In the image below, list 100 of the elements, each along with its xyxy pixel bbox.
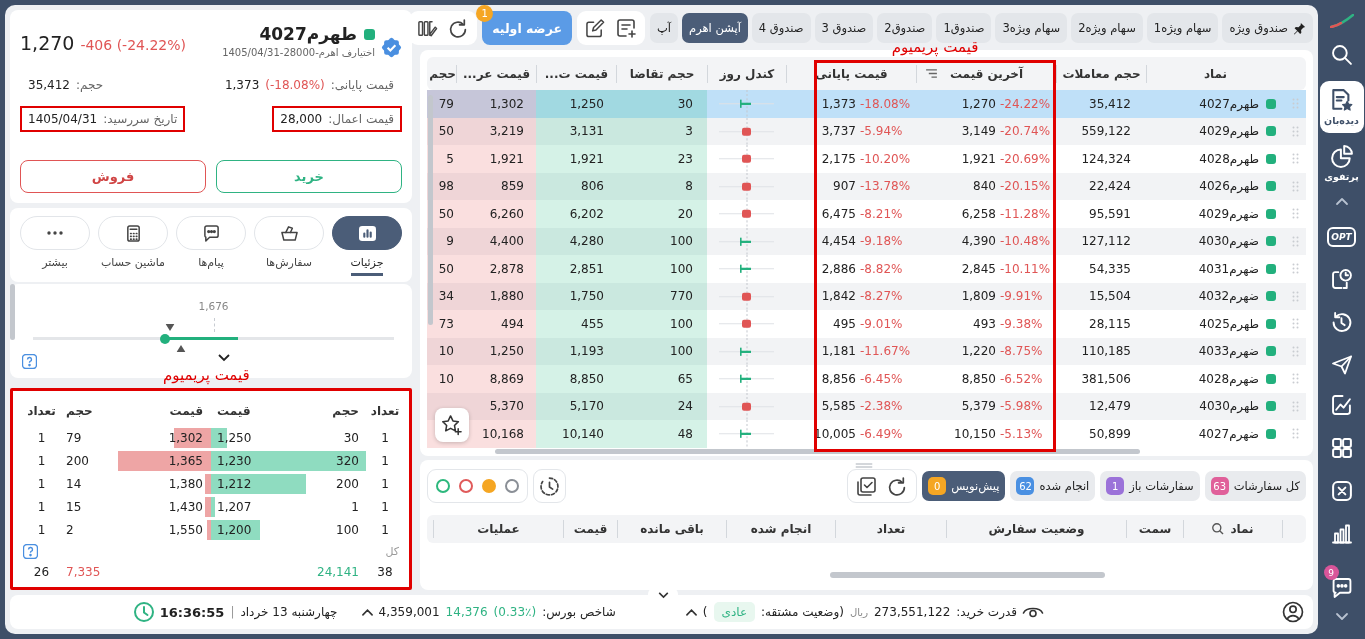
symbol-text[interactable]: طهرم4030 xyxy=(1199,399,1259,414)
column-header[interactable]: قیمت عر... xyxy=(456,64,536,83)
drag-handle-icon[interactable] xyxy=(1291,125,1299,137)
watchlist-tab[interactable]: صندوق1 xyxy=(936,13,992,43)
sidebar-item[interactable]: پرتفوی xyxy=(1319,139,1364,188)
search-icon[interactable] xyxy=(1212,523,1225,535)
refresh-icon[interactable] xyxy=(888,476,908,496)
filter-dot-icon[interactable] xyxy=(505,479,519,493)
scrollbar-thumb[interactable] xyxy=(495,449,1140,454)
symbol-text[interactable]: ضهرم4029 xyxy=(1198,206,1259,221)
watchlist-tab[interactable]: آپ xyxy=(650,13,679,43)
edit-icon[interactable] xyxy=(586,18,605,38)
watchlist-tab[interactable]: سهام ویژه3 xyxy=(995,13,1068,43)
column-header[interactable]: نماد xyxy=(1146,64,1284,83)
symbol-text[interactable]: ضهرم4032 xyxy=(1198,289,1259,304)
help-icon[interactable] xyxy=(22,353,37,369)
chevron-up-icon[interactable] xyxy=(361,608,373,616)
scrollbar-thumb[interactable] xyxy=(428,95,433,325)
scrollbar-thumb[interactable] xyxy=(10,284,15,340)
watchlist-tab[interactable]: آپشن اهرم xyxy=(682,13,748,43)
column-header[interactable]: باقی مانده xyxy=(617,520,726,538)
clipboard-clock-icon[interactable] xyxy=(1331,269,1352,289)
watchlist-tab[interactable]: صندوق2 xyxy=(877,13,933,43)
table-cell[interactable]: 1,230 xyxy=(211,453,303,468)
refresh-icon[interactable] xyxy=(449,18,469,38)
drag-handle-icon[interactable] xyxy=(1291,345,1299,357)
column-header[interactable]: نماد xyxy=(1183,520,1283,538)
bar-chart-icon[interactable] xyxy=(1331,524,1352,544)
symbol-text[interactable]: طهرم4028 xyxy=(1199,151,1259,166)
drag-handle-icon[interactable] xyxy=(1291,98,1299,110)
column-header[interactable]: قیمت ت... xyxy=(536,64,616,83)
drag-handle-icon[interactable] xyxy=(1291,428,1299,440)
column-header[interactable]: سمت xyxy=(1126,520,1183,538)
square-icon[interactable] xyxy=(1331,481,1352,501)
symbol-text[interactable]: ضهرم4028 xyxy=(1198,371,1259,386)
drag-handle-icon[interactable] xyxy=(1291,180,1299,192)
symbol-text[interactable]: طهرم4027 xyxy=(1199,96,1259,111)
table-cell[interactable]: 1,430 xyxy=(111,499,211,514)
drag-handle-icon[interactable] xyxy=(1291,153,1299,165)
help-icon[interactable] xyxy=(23,544,38,559)
chat-icon[interactable] xyxy=(1331,578,1352,598)
eye-icon[interactable] xyxy=(1023,607,1043,617)
paper-plane-icon[interactable] xyxy=(1331,355,1352,375)
sidebar-item[interactable]: دیده‌بان xyxy=(1319,81,1364,133)
filter-dot-icon[interactable] xyxy=(436,479,450,493)
scrollbar-thumb[interactable] xyxy=(830,572,1105,578)
column-header[interactable]: کندل روز xyxy=(707,64,786,83)
column-header[interactable]: حجم تقاضا xyxy=(616,64,707,83)
filter-dot-icon[interactable] xyxy=(459,479,473,493)
table-cell[interactable]: 1,550 xyxy=(111,522,211,537)
column-header[interactable]: حجم معاملات xyxy=(1056,64,1146,83)
column-header[interactable]: تعداد xyxy=(835,520,946,538)
drag-handle-icon[interactable] xyxy=(1291,290,1299,302)
column-header[interactable]: قیمت پایانی xyxy=(786,64,916,83)
sell-button[interactable]: فروش xyxy=(20,160,206,193)
history-icon[interactable] xyxy=(1331,312,1352,332)
checklist-icon[interactable] xyxy=(857,476,877,496)
table-cell[interactable]: 1,365 xyxy=(111,453,211,468)
sort-icon[interactable] xyxy=(925,69,938,78)
drag-handle-icon[interactable] xyxy=(1291,263,1299,275)
symbol-text[interactable]: ضهرم4031 xyxy=(1198,261,1259,276)
resize-handle-icon[interactable] xyxy=(855,463,873,468)
symbol-text[interactable]: طهرم4026 xyxy=(1199,179,1259,194)
add-favorite-button[interactable] xyxy=(435,408,469,442)
chevron-down-icon[interactable] xyxy=(218,354,230,361)
symbol-text[interactable]: طهرم4025 xyxy=(1199,316,1259,331)
watchlist-tab[interactable]: صندوق ویژه xyxy=(1222,13,1313,43)
drag-handle-icon[interactable] xyxy=(1291,208,1299,220)
user-icon[interactable] xyxy=(1283,602,1303,622)
drag-handle-icon[interactable] xyxy=(1291,318,1299,330)
table-cell[interactable]: 1,200 xyxy=(211,522,303,537)
column-header[interactable]: حجم xyxy=(427,64,456,83)
symbol-text[interactable]: ضهرم4027 xyxy=(1198,426,1259,441)
table-cell[interactable]: 1,380 xyxy=(111,476,211,491)
symbol-text[interactable]: ضهرم4030 xyxy=(1198,234,1259,249)
table-cell[interactable]: 1,250 xyxy=(211,430,303,445)
table-cell[interactable]: 1,212 xyxy=(211,476,303,491)
chevron-up-icon[interactable] xyxy=(685,608,697,616)
option-button[interactable]: OPT xyxy=(1327,227,1356,247)
drag-handle-icon[interactable] xyxy=(1291,400,1299,412)
watchlist-tab[interactable]: سهام ویژه1 xyxy=(1146,13,1219,43)
drag-handle-icon[interactable] xyxy=(1291,373,1299,385)
line-chart-icon[interactable] xyxy=(1331,395,1352,415)
add-note-icon[interactable] xyxy=(617,18,636,38)
column-header[interactable]: آخرین قیمت xyxy=(916,64,1056,83)
drag-handle-icon[interactable] xyxy=(1291,235,1299,247)
watchlist-tab[interactable]: صندوق 4 xyxy=(751,13,811,43)
search-icon[interactable] xyxy=(1331,45,1352,65)
grid-icon[interactable] xyxy=(1331,438,1352,458)
column-header[interactable]: قیمت xyxy=(563,520,617,538)
column-header[interactable]: انجام شده xyxy=(726,520,835,538)
table-cell[interactable]: 1,207 xyxy=(211,499,303,514)
column-header[interactable]: عملیات xyxy=(433,520,563,538)
watchlist-tab[interactable]: صندوق 3 xyxy=(814,13,874,43)
symbol-text[interactable]: طهرم4029 xyxy=(1199,124,1259,139)
symbol-text[interactable]: ضهرم4033 xyxy=(1198,344,1259,359)
table-cell[interactable]: 1,302 xyxy=(111,430,211,445)
filter-dot-icon[interactable] xyxy=(482,479,496,493)
column-header[interactable]: وضعیت سفارش xyxy=(946,520,1126,538)
watchlist-tab[interactable]: سهام ویژه2 xyxy=(1071,13,1143,43)
